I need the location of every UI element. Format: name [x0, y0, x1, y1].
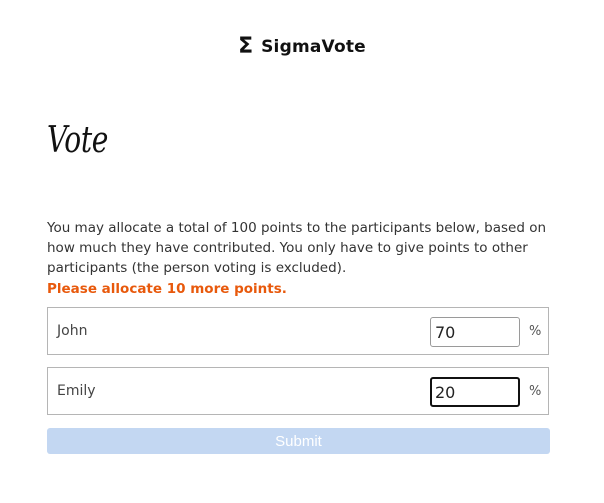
points-input-emily[interactable] [430, 377, 520, 407]
page-title: Vote [47, 120, 108, 161]
percent-sign: % [529, 384, 542, 399]
instructions-text: You may allocate a total of 100 points t… [47, 220, 547, 276]
percent-sign: % [529, 324, 542, 339]
sigma-logo-icon: Σ [238, 34, 254, 59]
participant-row-john: John % [47, 307, 549, 355]
participant-name: John [57, 323, 88, 339]
participant-row-emily: Emily % [47, 367, 549, 415]
submit-button[interactable]: Submit [47, 428, 550, 454]
points-input-john[interactable] [430, 317, 520, 347]
participant-name: Emily [57, 383, 96, 399]
brand-name: SigmaVote [261, 37, 366, 57]
brand-header: Σ SigmaVote [0, 36, 604, 58]
remaining-points-warning: Please allocate 10 more points. [47, 281, 287, 297]
